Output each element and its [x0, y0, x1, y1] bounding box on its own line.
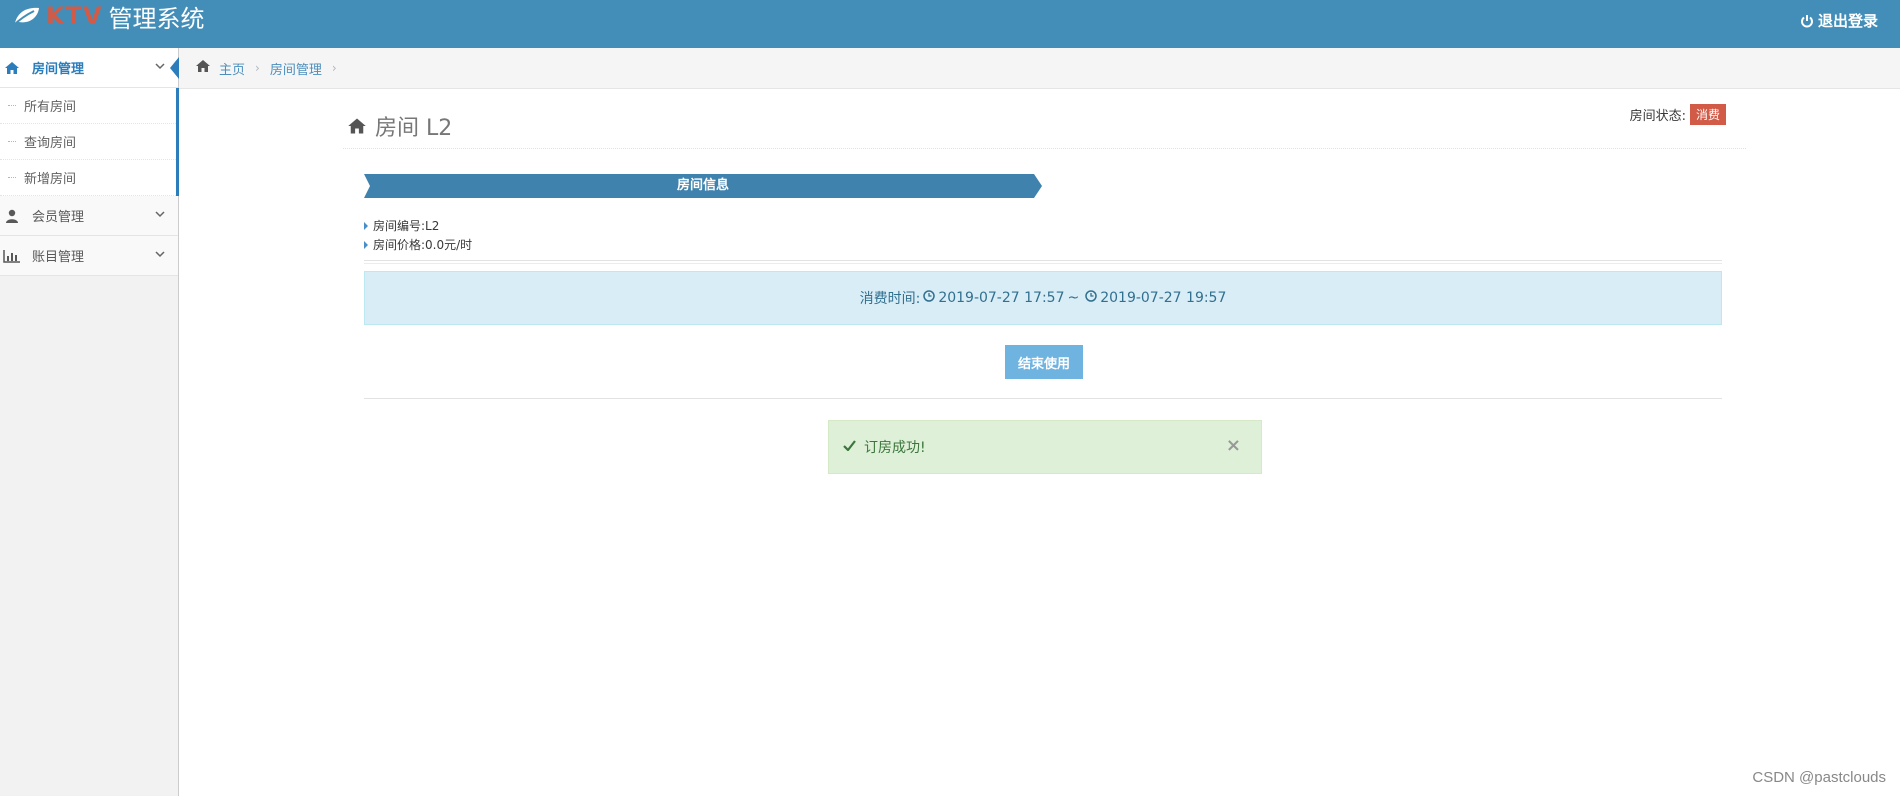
divider: [364, 263, 1722, 264]
sidebar-item-member-management[interactable]: 会员管理: [0, 196, 178, 236]
sidebar-subitem-all-rooms[interactable]: 所有房间: [0, 88, 176, 124]
subitem-label: 所有房间: [24, 100, 77, 115]
success-message: 订房成功!: [864, 440, 926, 456]
page-title-text: 房间 L2: [375, 116, 453, 141]
room-info-list: 房间编号: L2 房间价格: 0.0元/时: [364, 216, 472, 254]
time-separator: ~: [1067, 290, 1080, 306]
sidebar-item-label: 会员管理: [32, 210, 85, 225]
page-header: 房间 L2 房间状态: 消费: [343, 104, 1746, 149]
brand-logo[interactable]: KTV 管理系统: [12, 0, 205, 33]
consumption-time-panel: 消费时间: 2019-07-27 17:57 ~ 2019-07-27 19:5…: [364, 271, 1722, 325]
status-badge: 消费: [1689, 104, 1726, 125]
caret-right-icon: [364, 221, 368, 230]
room-price-label: 房间价格:: [373, 238, 426, 252]
time-label: 消费时间:: [859, 291, 921, 307]
room-status: 房间状态: 消费: [1630, 104, 1726, 125]
sidebar: 房间管理 所有房间 查询房间 新增房间 会员管理 账目管理: [0, 48, 179, 796]
page-title: 房间 L2: [347, 110, 452, 142]
power-icon: [1801, 14, 1813, 27]
breadcrumb-separator-icon: ›: [255, 61, 260, 75]
room-price-value: 0.0元/时: [425, 238, 473, 252]
sidebar-item-account-management[interactable]: 账目管理: [0, 236, 178, 276]
subitem-label: 新增房间: [24, 172, 77, 187]
clock-icon: [1085, 290, 1097, 306]
room-number-value: L2: [425, 218, 440, 233]
chevron-down-icon: [154, 248, 166, 264]
sidebar-subitem-add-room[interactable]: 新增房间: [0, 160, 176, 196]
check-icon: [843, 439, 856, 455]
brand-title: 管理系统: [108, 4, 205, 33]
end-time: 2019-07-27 19:57: [1100, 290, 1227, 306]
top-navbar: KTV 管理系统 退出登录: [0, 0, 1900, 48]
caret-right-icon: [364, 240, 368, 249]
section-title: 房间信息: [676, 178, 729, 193]
home-icon: [348, 118, 366, 134]
breadcrumb-room-management-link[interactable]: 房间管理: [270, 59, 322, 78]
sidebar-item-label: 账目管理: [32, 250, 85, 265]
submenu-room-management: 所有房间 查询房间 新增房间: [0, 88, 179, 196]
divider: [364, 398, 1722, 399]
divider: [364, 260, 1722, 261]
chevron-down-icon: [154, 60, 166, 76]
subitem-label: 查询房间: [24, 136, 77, 151]
breadcrumb: 主页 › 房间管理 ›: [179, 48, 1900, 89]
leaf-icon: [13, 7, 39, 26]
home-icon: [195, 59, 211, 77]
clock-icon: [923, 290, 936, 306]
room-status-label: 房间状态:: [1629, 109, 1686, 124]
active-indicator: [170, 57, 179, 79]
sidebar-subitem-search-rooms[interactable]: 查询房间: [0, 124, 176, 160]
user-icon: [2, 208, 22, 224]
chevron-down-icon: [154, 208, 166, 224]
sidebar-item-label: 房间管理: [32, 62, 85, 77]
close-icon[interactable]: ×: [1226, 435, 1241, 456]
watermark: CSDN @pastclouds: [1752, 769, 1886, 786]
logout-label: 退出登录: [1817, 12, 1878, 30]
success-alert: 订房成功! ×: [828, 420, 1262, 474]
home-icon: [2, 60, 22, 76]
sidebar-item-room-management[interactable]: 房间管理: [0, 48, 179, 88]
logout-button[interactable]: 退出登录: [1800, 10, 1878, 31]
bar-chart-icon: [2, 248, 22, 264]
breadcrumb-separator-icon: ›: [331, 61, 337, 75]
breadcrumb-home-link[interactable]: 主页: [219, 59, 245, 78]
brand-ktv: KTV: [46, 2, 103, 30]
room-number-row: 房间编号: L2: [364, 216, 472, 235]
end-use-button[interactable]: 结束使用: [1005, 345, 1083, 379]
room-number-label: 房间编号:: [373, 219, 426, 233]
room-price-row: 房间价格: 0.0元/时: [364, 235, 472, 254]
start-time: 2019-07-27 17:57: [938, 290, 1065, 306]
